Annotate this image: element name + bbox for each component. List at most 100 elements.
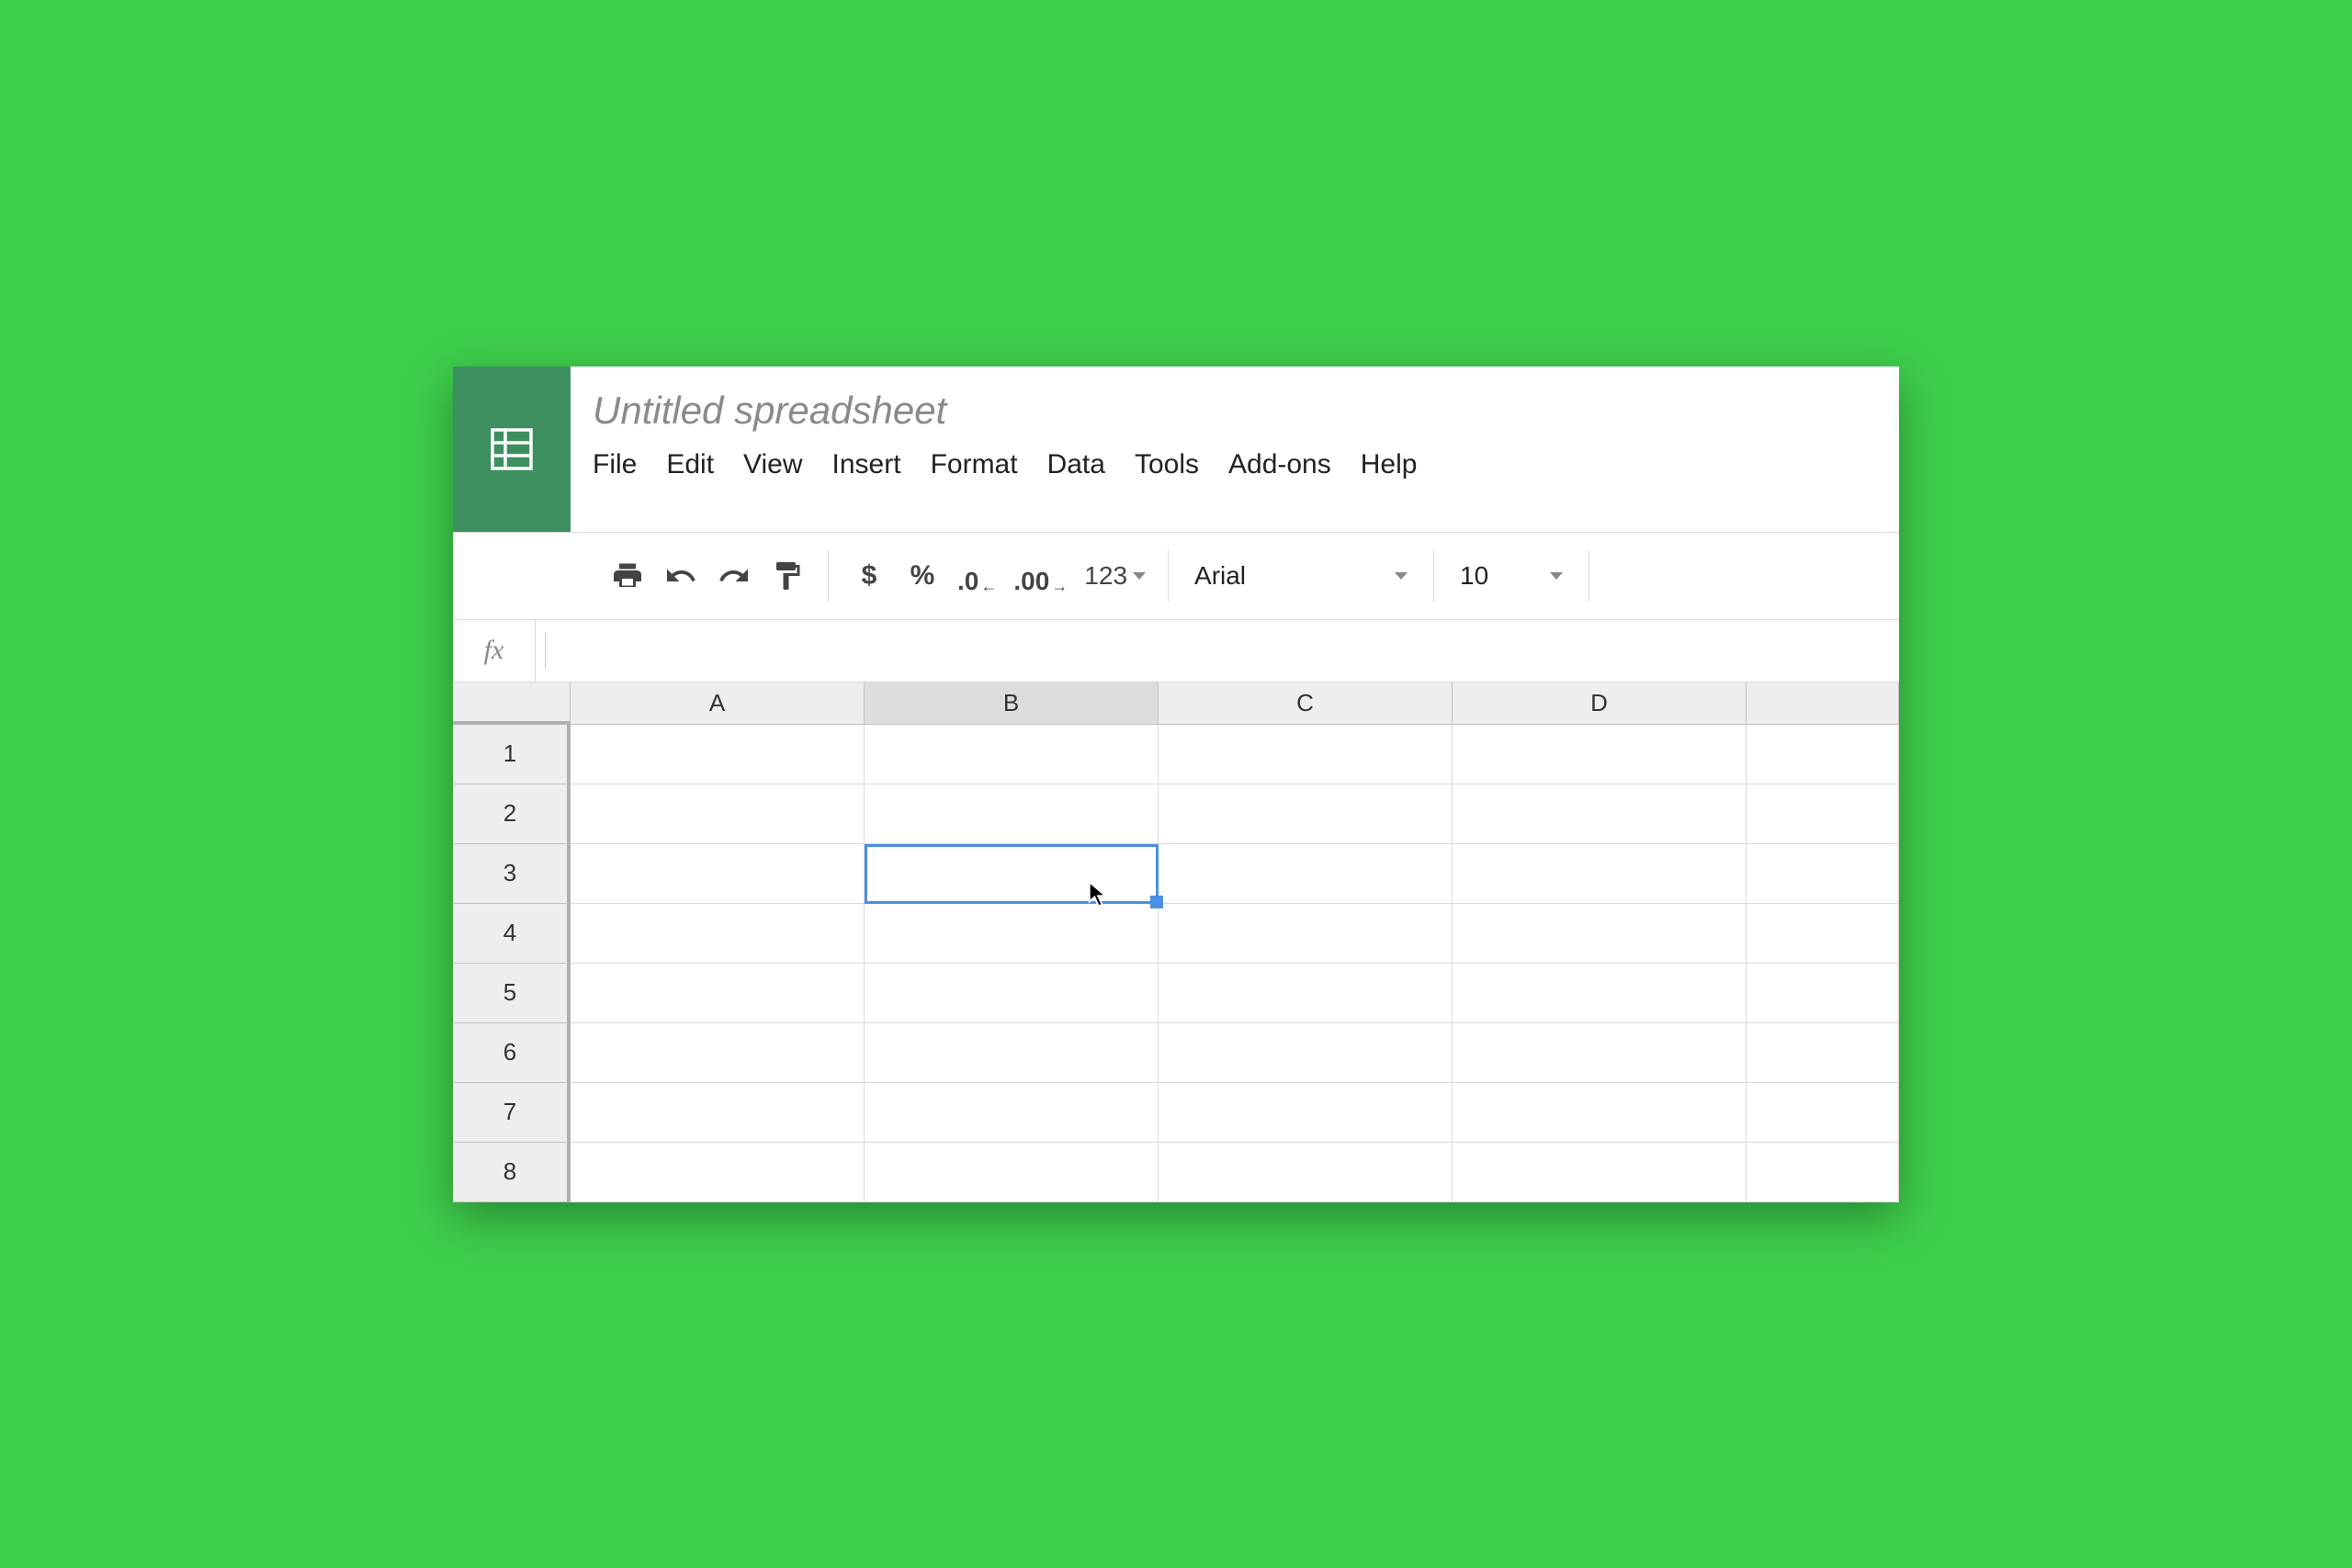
cell-d8[interactable] [1453,1143,1747,1202]
font-family-value: Arial [1194,561,1246,591]
cell-a4[interactable] [571,904,865,964]
paint-format-button[interactable] [769,558,806,594]
row-header-3[interactable]: 3 [453,844,571,904]
menu-edit[interactable]: Edit [666,449,714,480]
paint-format-icon [771,559,804,592]
format-percent-button[interactable]: % [904,558,941,594]
cell-d7[interactable] [1453,1083,1747,1143]
document-title[interactable]: Untitled spreadsheet [593,389,1899,433]
cell-c6[interactable] [1159,1023,1453,1083]
toolbar-group-number: $ % .0 ← .00 → 123 [832,550,1164,602]
cell-d6[interactable] [1453,1023,1747,1083]
cell-c2[interactable] [1159,784,1453,844]
app-logo[interactable] [453,367,571,532]
cell-a8[interactable] [571,1143,865,1202]
redo-button[interactable] [716,558,752,594]
cell-e4[interactable] [1747,904,1899,964]
row-header-8[interactable]: 8 [453,1143,571,1202]
font-size-select[interactable]: 10 [1438,561,1585,591]
cell-a7[interactable] [571,1083,865,1143]
cell-d4[interactable] [1453,904,1747,964]
cell-b4[interactable] [865,904,1159,964]
title-area: Untitled spreadsheet File Edit View Inse… [571,367,1899,499]
arrow-right-icon: → [1051,577,1068,596]
cell-e5[interactable] [1747,964,1899,1023]
increase-decimal-label: .00 [1013,569,1049,594]
menu-format[interactable]: Format [931,449,1018,480]
cell-b7[interactable] [865,1083,1159,1143]
chevron-down-icon [1395,572,1408,580]
cell-e8[interactable] [1747,1143,1899,1202]
row-header-1[interactable]: 1 [453,725,571,784]
more-formats-button[interactable]: 123 [1084,558,1146,594]
toolbar-group-actions [591,550,824,602]
cell-c8[interactable] [1159,1143,1453,1202]
format-currency-button[interactable]: $ [851,558,888,594]
cell-a3[interactable] [571,844,865,904]
redo-icon [718,559,751,592]
undo-icon [664,559,697,592]
cell-a6[interactable] [571,1023,865,1083]
cell-e3[interactable] [1747,844,1899,904]
cell-e6[interactable] [1747,1023,1899,1083]
cell-b3[interactable] [865,844,1159,904]
font-family-select[interactable]: Arial [1172,561,1430,591]
cell-a1[interactable] [571,725,865,784]
cell-c4[interactable] [1159,904,1453,964]
cell-b2[interactable] [865,784,1159,844]
cell-b1[interactable] [865,725,1159,784]
print-icon [611,559,644,592]
cell-e7[interactable] [1747,1083,1899,1143]
increase-decimal-button[interactable]: .00 → [1013,558,1068,594]
column-header-a[interactable]: A [571,682,865,725]
menu-file[interactable]: File [593,449,637,480]
formula-input[interactable] [546,620,1899,682]
undo-button[interactable] [662,558,699,594]
row-header-6[interactable]: 6 [453,1023,571,1083]
cell-b6[interactable] [865,1023,1159,1083]
cell-c1[interactable] [1159,725,1453,784]
cell-d1[interactable] [1453,725,1747,784]
cell-c7[interactable] [1159,1083,1453,1143]
column-header-d[interactable]: D [1453,682,1747,725]
column-header-c[interactable]: C [1159,682,1453,725]
spreadsheet-grid: A B C D 1 2 3 [453,682,1899,1202]
menu-addons[interactable]: Add-ons [1228,449,1331,480]
cell-d5[interactable] [1453,964,1747,1023]
toolbar: $ % .0 ← .00 → 123 Arial 10 [453,532,1899,620]
fx-label: fx [453,620,536,682]
cell-c3[interactable] [1159,844,1453,904]
row-header-4[interactable]: 4 [453,904,571,964]
cell-a5[interactable] [571,964,865,1023]
column-header-b[interactable]: B [865,682,1159,725]
cell-c5[interactable] [1159,964,1453,1023]
arrow-left-icon: ← [980,577,997,596]
font-size-value: 10 [1460,561,1488,591]
cell-e2[interactable] [1747,784,1899,844]
cell-d2[interactable] [1453,784,1747,844]
toolbar-separator [1433,550,1434,602]
menu-view[interactable]: View [743,449,802,480]
menu-insert[interactable]: Insert [832,449,901,480]
print-button[interactable] [609,558,646,594]
cell-d3[interactable] [1453,844,1747,904]
cell-e1[interactable] [1747,725,1899,784]
cell-b8[interactable] [865,1143,1159,1202]
cell-b5[interactable] [865,964,1159,1023]
row-header-5[interactable]: 5 [453,964,571,1023]
chevron-down-icon [1550,572,1563,580]
decrease-decimal-button[interactable]: .0 ← [957,558,997,594]
row-header-2[interactable]: 2 [453,784,571,844]
select-all-corner[interactable] [453,682,571,725]
column-headers: A B C D [453,682,1899,725]
menu-help[interactable]: Help [1361,449,1418,480]
menu-tools[interactable]: Tools [1135,449,1199,480]
menu-data[interactable]: Data [1047,449,1105,480]
column-header-overflow[interactable] [1747,682,1899,725]
more-formats-label: 123 [1084,561,1127,591]
sheets-icon [486,423,537,475]
grid-row: 7 [453,1083,1899,1143]
cell-a2[interactable] [571,784,865,844]
grid-row: 4 [453,904,1899,964]
row-header-7[interactable]: 7 [453,1083,571,1143]
